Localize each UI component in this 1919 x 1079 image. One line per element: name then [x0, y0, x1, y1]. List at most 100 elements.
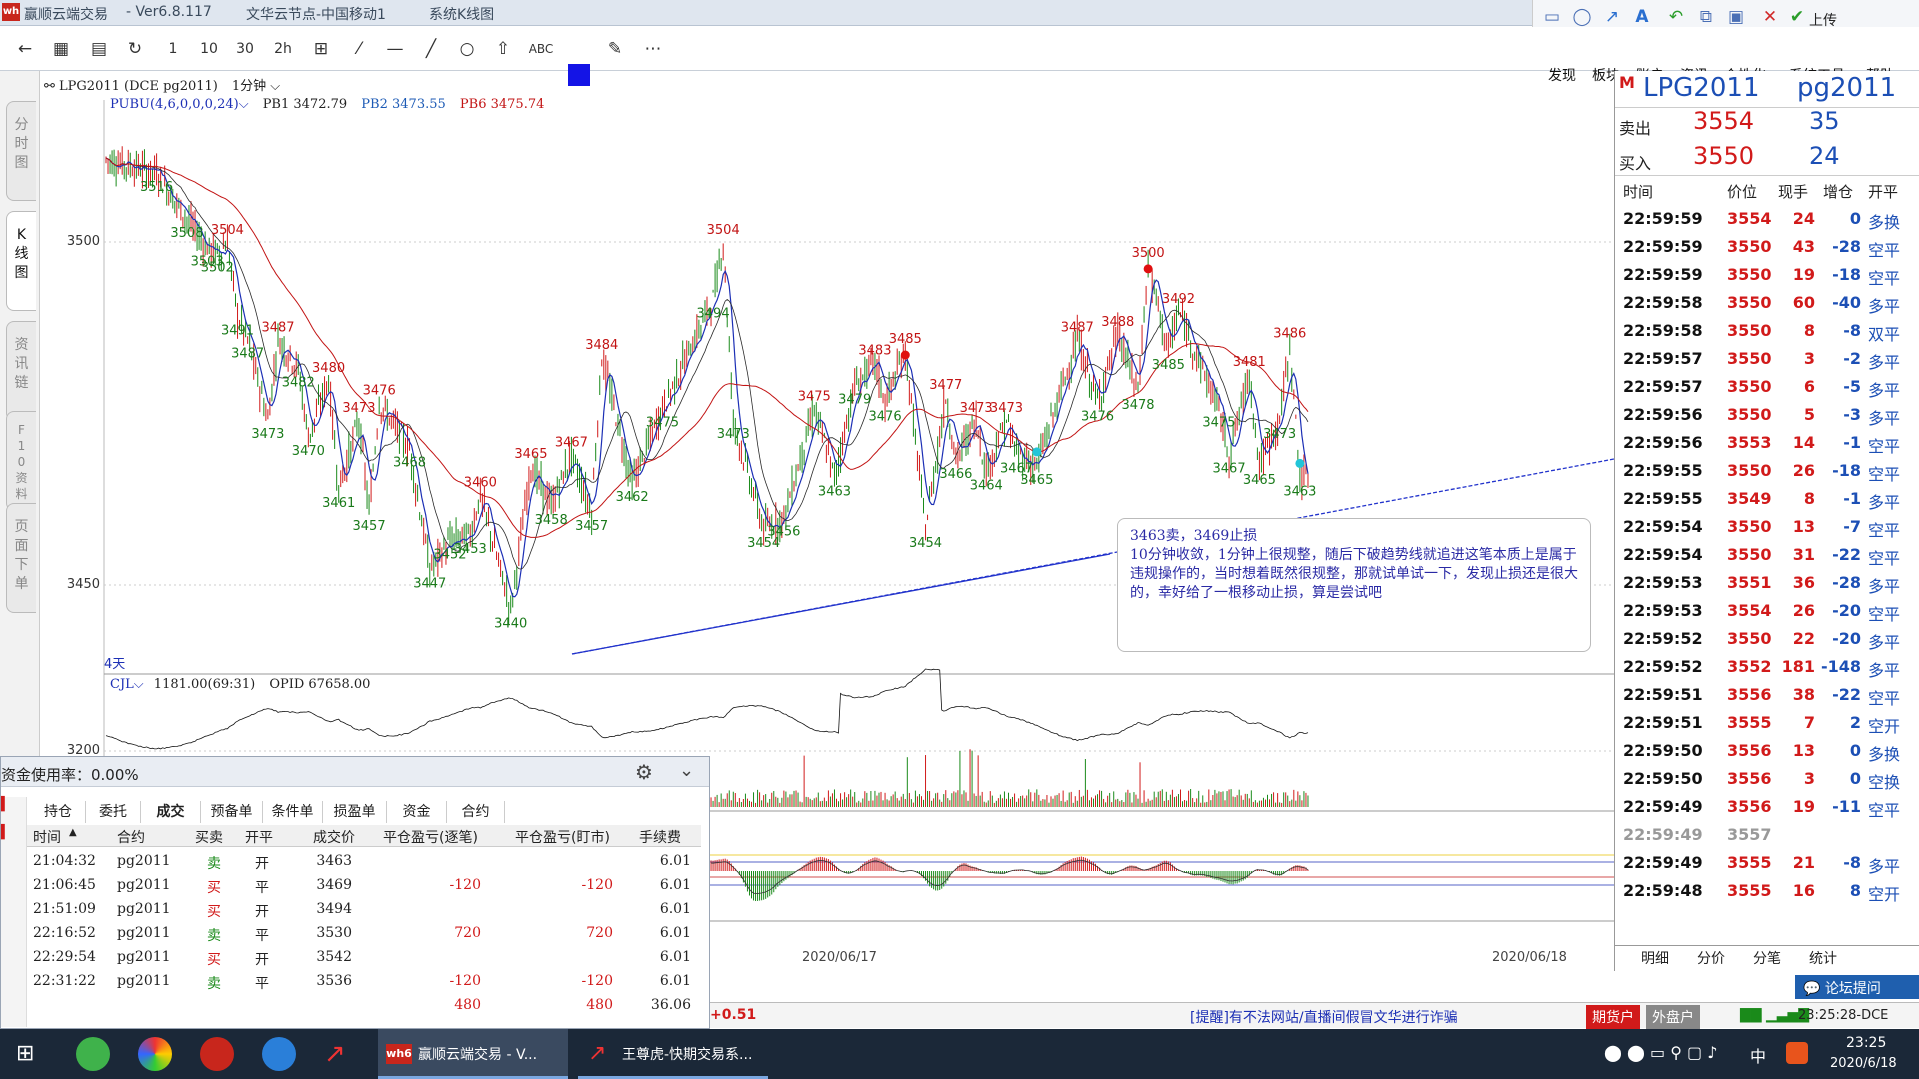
tick-row[interactable]: 22:59:51 3556 38 -22 空平: [1615, 681, 1919, 709]
layout-icon[interactable]: ▦: [48, 37, 74, 61]
fill-row[interactable]: 22:31:22 pg2011 卖 平 3536 -120 -120 6.01: [27, 969, 691, 993]
col-offset[interactable]: 开平: [245, 827, 273, 847]
tab-detail[interactable]: 明细: [1641, 948, 1669, 968]
ime-indicator[interactable]: 中: [1750, 1043, 1766, 1067]
multi-period-icon[interactable]: ⊞: [308, 37, 334, 61]
nav-timeshare[interactable]: 分时图: [6, 101, 36, 201]
clock-date[interactable]: 2020/6/18: [1830, 1056, 1897, 1071]
buy-signal-marker[interactable]: [1032, 447, 1042, 457]
buy-signal-marker[interactable]: [1295, 458, 1305, 468]
period-10-button[interactable]: 10: [196, 37, 222, 61]
trading-app-icon[interactable]: [200, 1037, 234, 1071]
nav-kline[interactable]: K线图: [6, 211, 36, 311]
more-icon[interactable]: ⋯: [640, 37, 666, 61]
tick-row[interactable]: 22:59:50 3556 13 0 多换: [1615, 737, 1919, 765]
segment-line-icon[interactable]: ╱: [418, 37, 444, 61]
volume-indicator[interactable]: CJL: [110, 677, 134, 692]
fill-row[interactable]: 480 480 36.06: [27, 993, 691, 1017]
arrow-tool-icon[interactable]: ↗: [1599, 5, 1625, 29]
col-side[interactable]: 买卖: [195, 827, 223, 847]
tick-row[interactable]: 22:59:56 3550 5 -3 多平: [1615, 401, 1919, 429]
tray-icons[interactable]: ⬤ ⬤ ▭ ⚲ ▢ ♪: [1604, 1043, 1717, 1062]
rectangle-tool-icon[interactable]: ▭: [1539, 5, 1565, 29]
clock-time[interactable]: 23:25: [1846, 1035, 1886, 1051]
tab-stoploss[interactable]: 损盈单: [323, 801, 387, 823]
futures-account-button[interactable]: 期货户: [1586, 1005, 1640, 1029]
trade-annotation[interactable]: 3463卖，3469止损 10分钟收敛，1分钟上很规整，随后下破趋势线就追进这笔…: [1117, 518, 1591, 652]
chevron-down-icon[interactable]: ⌵: [266, 79, 280, 94]
col-fee[interactable]: 手续费: [639, 827, 681, 847]
col-contract[interactable]: 合约: [117, 827, 145, 847]
fill-row[interactable]: 21:06:45 pg2011 买 平 3469 -120 -120 6.01: [27, 873, 691, 897]
tab-stats[interactable]: 统计: [1809, 948, 1837, 968]
tick-row[interactable]: 22:59:49 3557: [1615, 821, 1919, 849]
tick-row[interactable]: 22:59:58 3550 8 -8 双平: [1615, 317, 1919, 345]
save-icon[interactable]: ▣: [1723, 5, 1749, 29]
tick-list[interactable]: 22:59:59 3554 24 0 多换 22:59:59 3550 43 -28 空平 22:5…: [1615, 205, 1919, 905]
close-icon[interactable]: ✕: [1757, 5, 1783, 29]
fill-row[interactable]: 22:16:52 pg2011 卖 平 3530 720 720 6.01: [27, 921, 691, 945]
tick-row[interactable]: 22:59:48 3555 16 8 空开: [1615, 877, 1919, 905]
forum-button[interactable]: 💬 论坛提问: [1795, 975, 1919, 999]
tick-row[interactable]: 22:59:59 3550 43 -28 空平: [1615, 233, 1919, 261]
ellipse-tool-icon[interactable]: ◯: [1569, 5, 1595, 29]
windows-start-icon[interactable]: ⊞: [16, 1042, 40, 1066]
period-2h-button[interactable]: 2h: [270, 37, 296, 61]
sell-signal-marker[interactable]: [900, 350, 910, 360]
undo-icon[interactable]: ↶: [1663, 5, 1689, 29]
nav-f10[interactable]: F10资料: [6, 411, 36, 511]
tick-row[interactable]: 22:59:57 3550 3 -2 多平: [1615, 345, 1919, 373]
fraud-warning[interactable]: [提醒]有不法网站/直播间假冒文华进行诈骗: [1190, 1007, 1458, 1027]
taskbar-app-2[interactable]: ↗ 王尊虎-快期交易系...: [578, 1029, 768, 1079]
chevron-down-icon[interactable]: ⌵: [134, 677, 148, 692]
tick-row[interactable]: 22:59:55 3549 8 -1 多平: [1615, 485, 1919, 513]
copy-icon[interactable]: ⧉: [1693, 5, 1719, 29]
nav-news-chain[interactable]: 资讯链: [6, 321, 36, 421]
tab-positions[interactable]: 持仓: [31, 801, 86, 823]
tick-row[interactable]: 22:59:49 3555 21 -8 多平: [1615, 849, 1919, 877]
period-30-button[interactable]: 30: [232, 37, 258, 61]
tick-row[interactable]: 22:59:56 3553 14 -1 空平: [1615, 429, 1919, 457]
fill-row[interactable]: 21:04:32 pg2011 卖 开 3463 6.01: [27, 849, 691, 873]
tick-row[interactable]: 22:59:59 3550 19 -18 空平: [1615, 261, 1919, 289]
period-selector[interactable]: 1分钟: [232, 79, 266, 94]
tick-row[interactable]: 22:59:58 3550 60 -40 多平: [1615, 289, 1919, 317]
tick-row[interactable]: 22:59:49 3556 19 -11 空平: [1615, 793, 1919, 821]
save-layout-icon[interactable]: ▤: [86, 37, 112, 61]
tick-row[interactable]: 22:59:57 3550 6 -5 多平: [1615, 373, 1919, 401]
eraser-icon[interactable]: ✎: [602, 37, 628, 61]
chrome-icon[interactable]: [138, 1037, 172, 1071]
tick-row[interactable]: 22:59:52 3552 181 -148 多平: [1615, 653, 1919, 681]
tick-row[interactable]: 22:59:53 3551 36 -28 多平: [1615, 569, 1919, 597]
fill-row[interactable]: 22:29:54 pg2011 买 开 3542 6.01: [27, 945, 691, 969]
tab-price-dist[interactable]: 分价: [1697, 948, 1725, 968]
circle-tool-icon[interactable]: ○: [454, 37, 480, 61]
refresh-icon[interactable]: ↻: [122, 37, 148, 61]
overseas-account-button[interactable]: 外盘户: [1646, 1005, 1700, 1029]
tick-row[interactable]: 22:59:55 3550 26 -18 空平: [1615, 457, 1919, 485]
wechat-icon[interactable]: [76, 1037, 110, 1071]
taskbar-app-1[interactable]: wh6 赢顺云端交易 - V...: [378, 1029, 568, 1079]
period-1-button[interactable]: 1: [160, 37, 186, 61]
tick-row[interactable]: 22:59:54 3550 31 -22 空平: [1615, 541, 1919, 569]
nav-order[interactable]: 页面下单: [6, 503, 36, 613]
tick-row[interactable]: 22:59:51 3555 7 2 空开: [1615, 709, 1919, 737]
tab-fills[interactable]: 成交: [141, 801, 201, 823]
indicator-name[interactable]: PUBU(4,6,0,0,0,24): [110, 97, 239, 112]
col-pnl-trade[interactable]: 平仓盈亏(逐笔): [383, 827, 478, 847]
tab-orders[interactable]: 委托: [86, 801, 141, 823]
tick-row[interactable]: 22:59:52 3550 22 -20 多平: [1615, 625, 1919, 653]
horizontal-line-icon[interactable]: —: [382, 37, 408, 61]
col-pnl-mark[interactable]: 平仓盈亏(盯市): [515, 827, 610, 847]
tick-row[interactable]: 22:59:59 3554 24 0 多换: [1615, 205, 1919, 233]
text-tool-icon[interactable]: A: [1629, 5, 1655, 29]
tab-conditional[interactable]: 条件单: [263, 801, 323, 823]
back-icon[interactable]: ←: [12, 37, 38, 61]
sell-price[interactable]: 3554: [1693, 107, 1754, 135]
tick-row[interactable]: 22:59:50 3556 3 0 空换: [1615, 765, 1919, 793]
gear-icon[interactable]: ⚙: [635, 760, 653, 784]
ray-line-icon[interactable]: ⁄: [346, 37, 372, 61]
fill-row[interactable]: 21:51:09 pg2011 买 开 3494 6.01: [27, 897, 691, 921]
text-label-tool-icon[interactable]: ABC: [528, 37, 554, 61]
up-arrow-tool-icon[interactable]: ⇧: [490, 37, 516, 61]
